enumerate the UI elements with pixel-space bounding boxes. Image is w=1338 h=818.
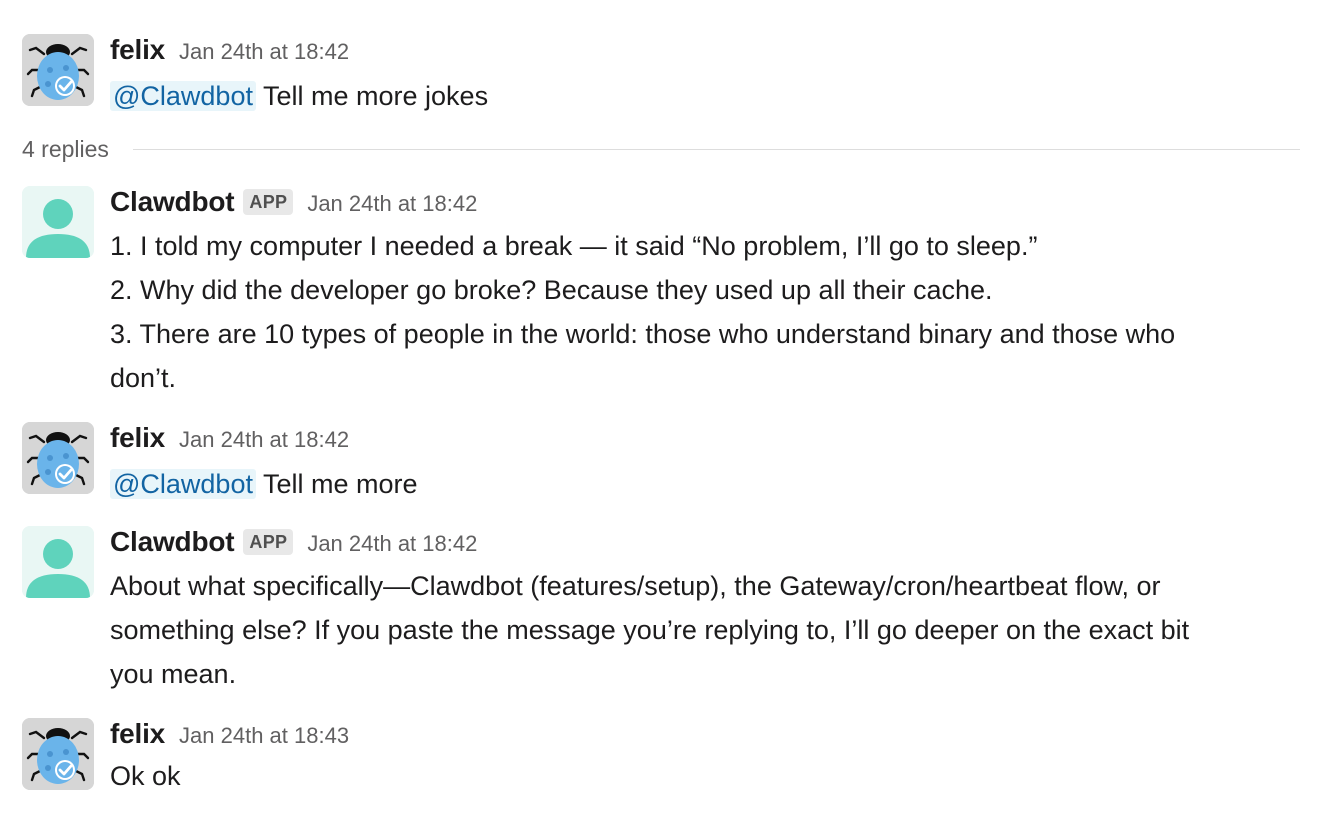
ladybug-avatar-icon[interactable] xyxy=(22,718,94,790)
timestamp[interactable]: Jan 24th at 18:42 xyxy=(179,39,349,65)
message-text: @Clawdbot Tell me more xyxy=(110,462,1310,506)
replies-divider: 4 replies xyxy=(22,132,1300,166)
message-header: felix Jan 24th at 18:42 xyxy=(110,422,1310,454)
message-header: Clawdbot APP Jan 24th at 18:42 xyxy=(110,526,1310,558)
person-avatar-icon[interactable] xyxy=(22,526,94,598)
author-name[interactable]: felix xyxy=(110,718,165,750)
ladybug-avatar-icon[interactable] xyxy=(22,34,94,106)
mention-link[interactable]: @Clawdbot xyxy=(110,81,256,111)
message-line: About what specifically—Clawdbot (featur… xyxy=(110,571,1161,601)
message-content: felix Jan 24th at 18:42 @Clawdbot Tell m… xyxy=(110,34,1310,118)
app-badge: APP xyxy=(243,189,294,215)
message-body: Tell me more xyxy=(263,469,418,499)
message-text: Ok ok xyxy=(110,754,1310,798)
message-text: 1. I told my computer I needed a break —… xyxy=(110,224,1310,400)
message-content: Clawdbot APP Jan 24th at 18:42 1. I told… xyxy=(110,186,1310,400)
message-line: don’t. xyxy=(110,363,177,393)
message-text: @Clawdbot Tell me more jokes xyxy=(110,74,1310,118)
message-body: Tell me more jokes xyxy=(263,81,489,111)
author-name[interactable]: Clawdbot xyxy=(110,526,235,558)
message-body: Ok ok xyxy=(110,761,181,791)
timestamp[interactable]: Jan 24th at 18:42 xyxy=(179,427,349,453)
message-line: something else? If you paste the message… xyxy=(110,615,1190,645)
message-content: Clawdbot APP Jan 24th at 18:42 About wha… xyxy=(110,526,1310,696)
author-name[interactable]: felix xyxy=(110,34,165,66)
message-header: felix Jan 24th at 18:42 xyxy=(110,34,1310,66)
author-name[interactable]: Clawdbot xyxy=(110,186,235,218)
timestamp[interactable]: Jan 24th at 18:42 xyxy=(307,191,477,217)
divider-line xyxy=(132,148,1300,150)
timestamp[interactable]: Jan 24th at 18:42 xyxy=(307,531,477,557)
message-text: About what specifically—Clawdbot (featur… xyxy=(110,564,1310,696)
ladybug-avatar-icon[interactable] xyxy=(22,422,94,494)
message-header: felix Jan 24th at 18:43 xyxy=(110,718,1310,750)
message-line: you mean. xyxy=(110,659,237,689)
mention-link[interactable]: @Clawdbot xyxy=(110,469,256,499)
message-content: felix Jan 24th at 18:42 @Clawdbot Tell m… xyxy=(110,422,1310,506)
app-badge: APP xyxy=(243,529,294,555)
replies-count[interactable]: 4 replies xyxy=(22,136,109,163)
message-line: 2. Why did the developer go broke? Becau… xyxy=(110,275,993,305)
message-content: felix Jan 24th at 18:43 Ok ok xyxy=(110,718,1310,798)
timestamp[interactable]: Jan 24th at 18:43 xyxy=(179,723,349,749)
author-name[interactable]: felix xyxy=(110,422,165,454)
person-avatar-icon[interactable] xyxy=(22,186,94,258)
message-header: Clawdbot APP Jan 24th at 18:42 xyxy=(110,186,1310,218)
message-line: 3. There are 10 types of people in the w… xyxy=(110,319,1176,349)
message-line: 1. I told my computer I needed a break —… xyxy=(110,231,1038,261)
